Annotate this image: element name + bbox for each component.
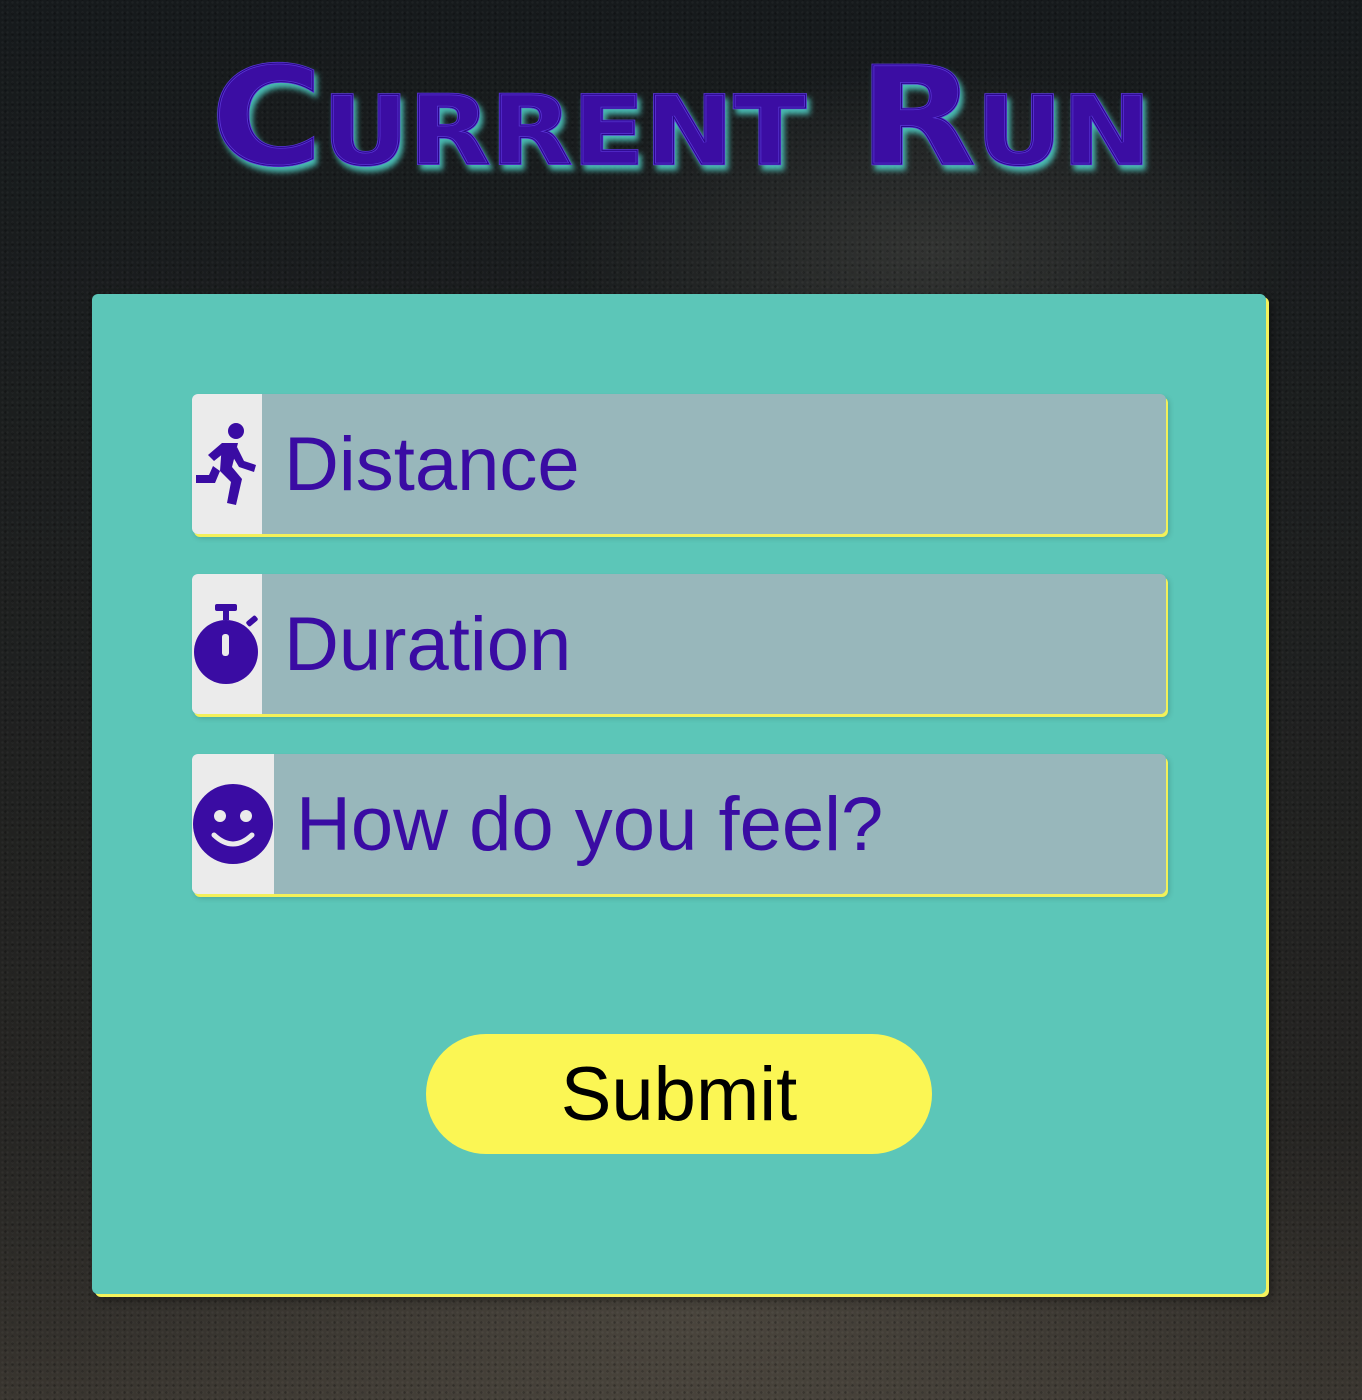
page-title-inline: Current Run [211,48,1151,188]
smiley-face-icon [192,754,274,894]
submit-button[interactable]: Submit [426,1034,932,1154]
distance-field [192,394,1166,534]
running-person-icon [192,394,262,534]
feeling-field [192,754,1166,894]
feeling-input[interactable] [274,754,1166,894]
stopwatch-icon [192,574,262,714]
duration-field [192,574,1166,714]
duration-input[interactable] [262,574,1166,714]
distance-input[interactable] [262,394,1166,534]
run-form-card: Submit [92,294,1266,1294]
app-title: Current Run Current Run [0,48,1362,188]
